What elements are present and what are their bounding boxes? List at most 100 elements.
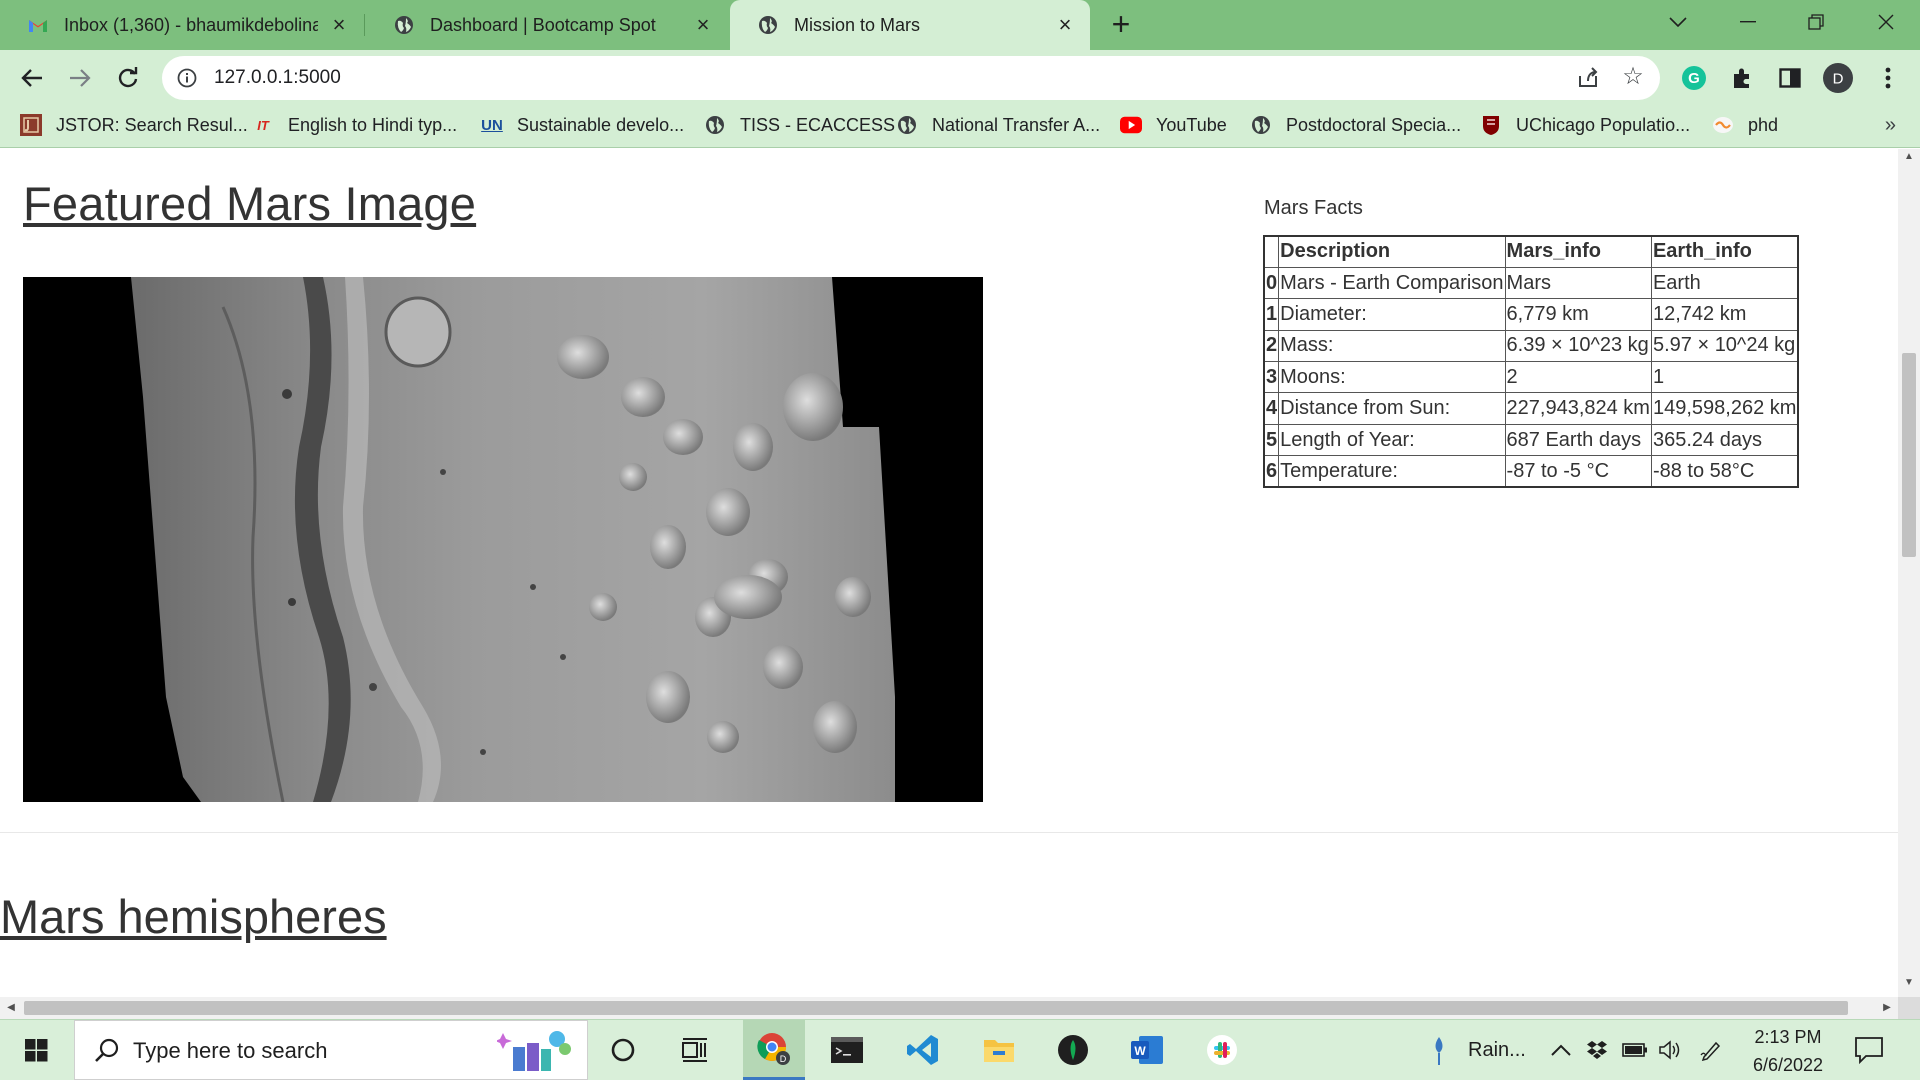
taskbar-clock[interactable]: 2:13 PM 6/6/2022: [1738, 1020, 1838, 1080]
taskbar-search-box[interactable]: Type here to search: [74, 1020, 588, 1080]
vertical-scroll-thumb[interactable]: [1902, 353, 1916, 557]
side-panel-icon[interactable]: [1772, 60, 1808, 96]
mars-facts-label: Mars Facts: [1264, 197, 1363, 219]
uchicago-icon: [1480, 114, 1502, 136]
bookmark-phd[interactable]: phd: [1712, 106, 1778, 144]
taskbar-vscode-icon[interactable]: [892, 1020, 954, 1080]
more-bookmarks-button[interactable]: »: [1885, 114, 1896, 137]
globe-icon: [1250, 114, 1272, 136]
tab-search-icon[interactable]: [1650, 0, 1706, 44]
bookmark-uchicago[interactable]: UChicago Populatio...: [1480, 106, 1690, 144]
reload-button[interactable]: [110, 60, 146, 96]
profile-avatar[interactable]: D: [1820, 60, 1856, 96]
row-mars-value: 2: [1504, 361, 1652, 394]
weather-widget[interactable]: Rain...: [1428, 1020, 1526, 1080]
mars-facts-table: Description Mars_info Earth_info 0 Mars …: [1263, 235, 1800, 489]
site-info-icon[interactable]: [176, 67, 198, 89]
row-earth-value: -88 to 58°C: [1650, 455, 1799, 488]
table-row: 0 Mars - Earth Comparison Mars Earth: [1263, 266, 1799, 300]
featured-image-title[interactable]: Featured Mars Image: [23, 176, 476, 231]
bookmark-postdoctoral[interactable]: Postdoctoral Specia...: [1250, 106, 1461, 144]
row-description: Distance from Sun:: [1278, 392, 1506, 425]
taskbar-chrome-icon[interactable]: D: [743, 1020, 805, 1080]
search-icon: [93, 1037, 121, 1065]
row-description: Moons:: [1278, 361, 1506, 394]
row-description: Diameter:: [1278, 298, 1506, 331]
scroll-down-arrow-icon[interactable]: ▼: [1898, 977, 1920, 995]
row-earth-value: 1: [1650, 361, 1799, 394]
grammarly-extension-icon[interactable]: G: [1676, 60, 1712, 96]
minimize-button[interactable]: [1720, 0, 1776, 44]
taskbar-mongodb-compass-icon[interactable]: [1042, 1020, 1104, 1080]
windows-start-icon[interactable]: [14, 1034, 58, 1068]
back-button[interactable]: [14, 60, 50, 96]
bookmark-national-transfer[interactable]: National Transfer A...: [896, 106, 1100, 144]
search-placeholder[interactable]: Type here to search: [133, 1021, 327, 1080]
close-window-button[interactable]: [1858, 0, 1914, 44]
dropbox-icon[interactable]: [1586, 1020, 1608, 1080]
extensions-icon[interactable]: [1724, 60, 1760, 96]
horizontal-scrollbar[interactable]: ◀ ▶: [0, 997, 1898, 1019]
table-header-index: [1263, 235, 1280, 268]
tab-dashboard[interactable]: Dashboard | Bootcamp Spot ×: [366, 0, 728, 50]
taskbar-slack-icon[interactable]: [1191, 1020, 1253, 1080]
forward-button[interactable]: [62, 60, 98, 96]
bookmark-jstor[interactable]: JSTOR: Search Resul...: [20, 106, 248, 144]
close-tab-icon[interactable]: ×: [1054, 12, 1076, 37]
taskbar-file-explorer-icon[interactable]: [968, 1020, 1030, 1080]
row-description: Length of Year:: [1278, 423, 1506, 457]
hemispheres-title[interactable]: Mars hemispheres: [0, 889, 387, 944]
scroll-up-arrow-icon[interactable]: ▲: [1898, 151, 1920, 169]
bookmark-youtube[interactable]: YouTube: [1120, 106, 1227, 144]
row-mars-value: Mars: [1504, 266, 1652, 300]
globe-icon: [394, 15, 414, 35]
battery-icon[interactable]: [1622, 1020, 1648, 1080]
taskbar-word-icon[interactable]: W: [1116, 1020, 1178, 1080]
gmail-icon: [28, 15, 48, 35]
row-index: 6: [1263, 455, 1280, 488]
table-row: 3 Moons: 2 1: [1263, 361, 1799, 394]
pen-workspace-icon[interactable]: [1700, 1020, 1722, 1080]
notification-center-icon[interactable]: [1852, 1034, 1886, 1066]
scrollbar-corner: [1898, 997, 1920, 1019]
show-hidden-icons-icon[interactable]: [1550, 1020, 1572, 1080]
task-view-icon[interactable]: [664, 1020, 726, 1080]
clock-time: 2:13 PM: [1754, 1027, 1822, 1047]
table-row: 4 Distance from Sun: 227,943,824 km 149,…: [1263, 392, 1799, 425]
browser-menu-icon[interactable]: [1870, 60, 1906, 96]
row-mars-value: 687 Earth days: [1504, 423, 1652, 457]
bookmark-english-hindi[interactable]: IT English to Hindi typ...: [252, 106, 457, 144]
row-index: 5: [1263, 423, 1280, 457]
bookmark-star-icon[interactable]: ☆: [1620, 64, 1646, 90]
bookmark-tiss[interactable]: TISS - ECACCESS: [704, 106, 895, 144]
row-index: 1: [1263, 298, 1280, 331]
restore-button[interactable]: [1788, 0, 1844, 44]
svg-text:D: D: [780, 1054, 787, 1064]
cortana-icon[interactable]: [592, 1020, 654, 1080]
row-index: 4: [1263, 392, 1280, 425]
share-icon[interactable]: [1576, 66, 1600, 90]
svg-text:G: G: [1688, 70, 1700, 87]
volume-icon[interactable]: [1658, 1020, 1682, 1080]
url-text[interactable]: 127.0.0.1:5000: [214, 56, 341, 100]
un-icon: UN: [481, 116, 503, 134]
row-description: Temperature:: [1278, 455, 1506, 488]
bookmark-sustainable[interactable]: UN Sustainable develo...: [481, 106, 684, 144]
scroll-left-arrow-icon[interactable]: ◀: [2, 997, 20, 1019]
tab-mission-to-mars[interactable]: Mission to Mars ×: [730, 0, 1090, 50]
bookmark-label: Sustainable develo...: [517, 114, 685, 135]
taskbar-terminal-icon[interactable]: [816, 1020, 878, 1080]
row-mars-value: -87 to -5 °C: [1504, 455, 1652, 488]
scroll-right-arrow-icon[interactable]: ▶: [1878, 997, 1896, 1019]
close-tab-icon[interactable]: ×: [328, 12, 350, 37]
bookmarks-bar: JSTOR: Search Resul... IT English to Hin…: [0, 106, 1920, 148]
bookmark-label: phd: [1748, 114, 1779, 135]
globe-icon: [758, 15, 778, 35]
tab-inbox[interactable]: Inbox (1,360) - bhaumikdebolina ×: [0, 0, 364, 50]
new-tab-button[interactable]: +: [1104, 8, 1138, 42]
close-tab-icon[interactable]: ×: [692, 12, 714, 37]
address-bar[interactable]: 127.0.0.1:5000 ☆: [162, 56, 1660, 100]
vertical-scrollbar[interactable]: ▲ ▼: [1898, 149, 1920, 997]
svg-text:D: D: [1833, 71, 1844, 88]
horizontal-scroll-thumb[interactable]: [24, 1001, 1848, 1015]
